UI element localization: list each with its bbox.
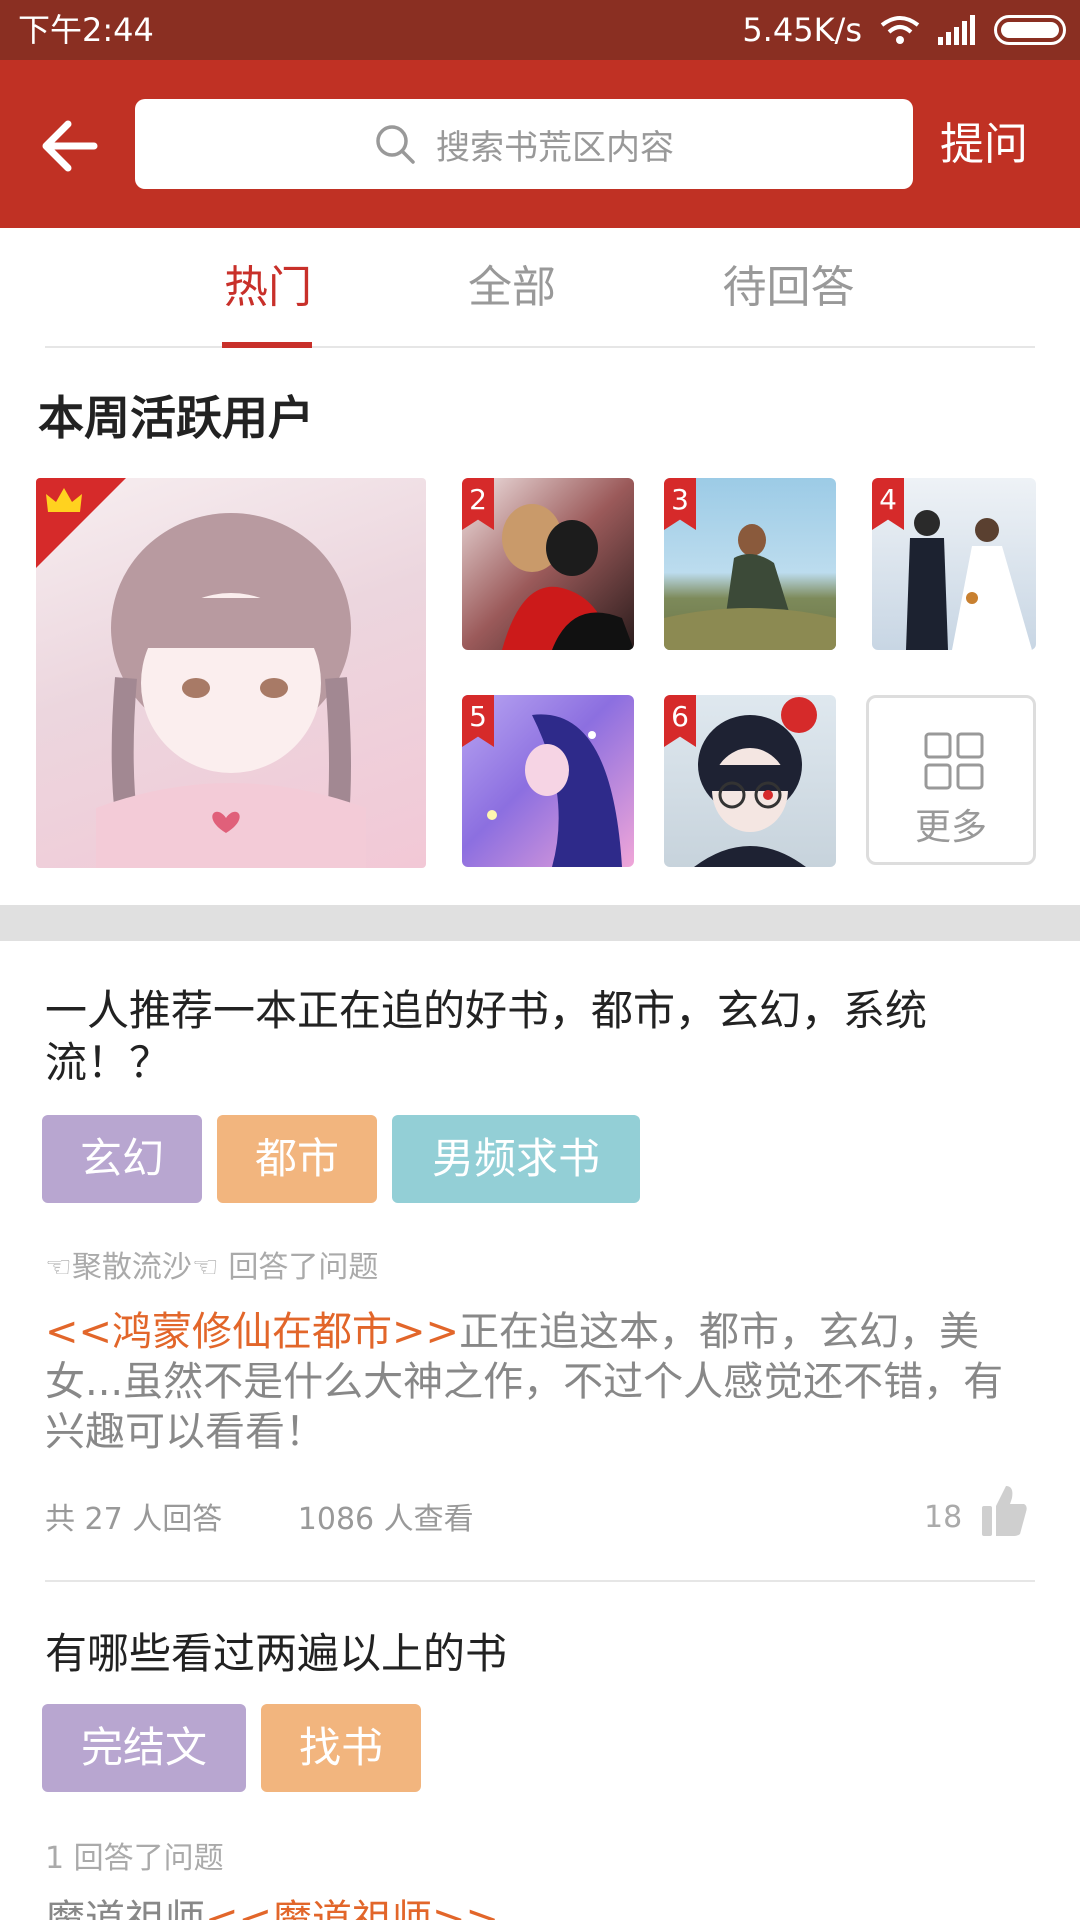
back-arrow-icon[interactable] bbox=[34, 110, 106, 182]
active-users-title: 本周活跃用户 bbox=[38, 391, 314, 445]
header-bar: 搜索书荒区内容 提问 bbox=[0, 60, 1080, 228]
tab-bar: 热门 全部 待回答 bbox=[45, 228, 1035, 348]
more-users-button[interactable]: 更多 bbox=[866, 695, 1036, 865]
tag-xuanhuan[interactable]: 玄幻 bbox=[42, 1115, 202, 1203]
battery-icon bbox=[994, 15, 1066, 45]
tag-find-book[interactable]: 找书 bbox=[261, 1704, 421, 1792]
avatar-illustration bbox=[96, 513, 366, 868]
tag-dushi[interactable]: 都市 bbox=[217, 1115, 377, 1203]
tag-male-book-request[interactable]: 男频求书 bbox=[392, 1115, 640, 1203]
tab-unanswered[interactable]: 待回答 bbox=[721, 228, 856, 348]
search-icon bbox=[376, 125, 415, 164]
avatar-rank-4[interactable]: 4 bbox=[872, 478, 1036, 650]
answerer-line: 1 回答了问题 bbox=[45, 1841, 224, 1876]
status-icons: 5.45K/s bbox=[742, 10, 1066, 50]
ask-question-button[interactable]: 提问 bbox=[940, 110, 1028, 180]
question-title[interactable]: 一人推荐一本正在追的好书，都市，玄幻，系统流！？ bbox=[45, 985, 1025, 1089]
answer-excerpt[interactable]: <<鸿蒙修仙在都市>>正在追这本，都市，玄幻，美女...虽然不是什么大神之作，不… bbox=[45, 1307, 1035, 1457]
question-title[interactable]: 有哪些看过两遍以上的书 bbox=[45, 1628, 1025, 1680]
question-separator bbox=[45, 1580, 1035, 1582]
answer-excerpt[interactable]: 魔道祖师<<魔道祖师>> bbox=[45, 1895, 1035, 1920]
book-link[interactable]: <<魔道祖师>> bbox=[205, 1897, 499, 1920]
question-stats: 共 27 人回答 1086 人查看 bbox=[45, 1494, 474, 1538]
wifi-icon bbox=[880, 16, 920, 44]
status-time: 下午2:44 bbox=[18, 11, 154, 49]
tab-all[interactable]: 全部 bbox=[467, 228, 557, 348]
search-input[interactable]: 搜索书荒区内容 bbox=[135, 99, 913, 189]
search-placeholder: 搜索书荒区内容 bbox=[436, 127, 674, 168]
view-count: 1086 人查看 bbox=[297, 1502, 474, 1537]
answerer-line: ☜聚散流沙☜ 回答了问题 bbox=[45, 1250, 379, 1285]
answer-count: 共 27 人回答 bbox=[45, 1502, 223, 1537]
active-tab-indicator bbox=[222, 342, 312, 348]
avatar-rank-1[interactable] bbox=[36, 478, 426, 868]
grid-icon bbox=[924, 732, 984, 790]
network-speed: 5.45K/s bbox=[742, 11, 862, 49]
status-bar: 下午2:44 5.45K/s bbox=[0, 0, 1080, 60]
thumbs-up-icon[interactable] bbox=[980, 1484, 1028, 1538]
avatar-rank-2[interactable]: 2 bbox=[462, 478, 634, 650]
answer-prefix: 魔道祖师 bbox=[45, 1897, 205, 1920]
like-count: 18 bbox=[924, 1500, 963, 1535]
tag-completed[interactable]: 完结文 bbox=[42, 1704, 246, 1792]
signal-icon bbox=[938, 15, 975, 45]
book-link[interactable]: <<鸿蒙修仙在都市>> bbox=[45, 1309, 459, 1355]
avatar-rank-3[interactable]: 3 bbox=[664, 478, 836, 650]
crown-icon bbox=[46, 488, 82, 512]
avatar-rank-6[interactable]: 6 bbox=[664, 695, 836, 867]
section-divider bbox=[0, 905, 1080, 941]
tab-hot[interactable]: 热门 bbox=[223, 228, 313, 348]
avatar-rank-5[interactable]: 5 bbox=[462, 695, 634, 867]
more-label: 更多 bbox=[914, 807, 987, 848]
